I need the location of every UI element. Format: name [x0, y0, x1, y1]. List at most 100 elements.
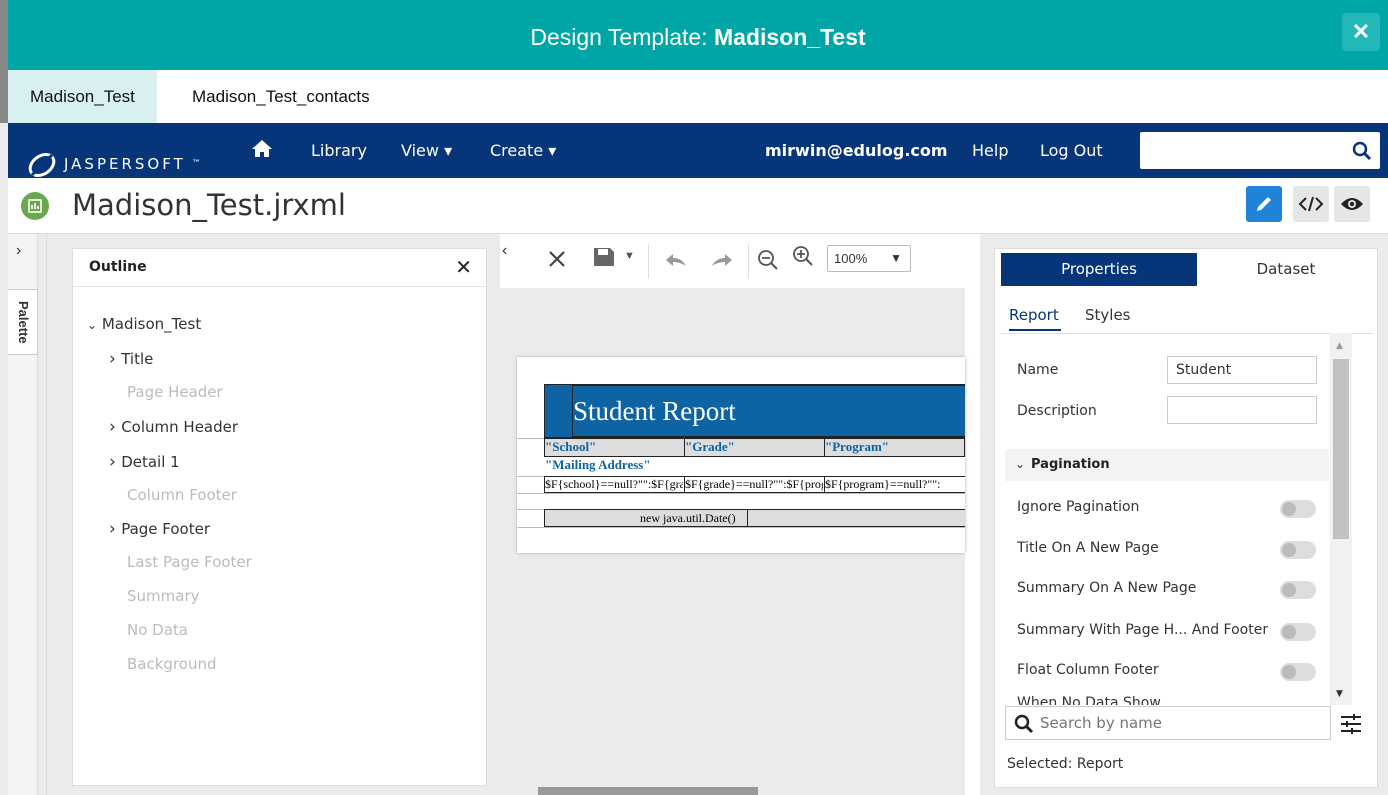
- toggle-switch[interactable]: [1280, 500, 1316, 518]
- tree-item[interactable]: › Title: [109, 349, 153, 369]
- scroll-up-icon[interactable]: ▲: [1336, 341, 1343, 351]
- palette-tab[interactable]: Palette: [8, 289, 38, 355]
- header-school[interactable]: "School": [545, 439, 683, 455]
- nav-user[interactable]: mirwin@edulog.com: [765, 123, 948, 178]
- nav-create[interactable]: Create ▾: [490, 123, 556, 178]
- home-icon[interactable]: [251, 138, 273, 160]
- page-footer-band[interactable]: [544, 509, 965, 527]
- file-name: Madison_Test.jrxml: [72, 188, 346, 222]
- tree-item-label: Summary: [127, 587, 200, 605]
- close-icon: ✕: [1351, 19, 1371, 44]
- scrollbar-thumb[interactable]: [1333, 359, 1349, 539]
- toggle-switch[interactable]: [1280, 581, 1316, 599]
- property-search-box[interactable]: [1005, 706, 1331, 740]
- outline-panel: Outline ✕ ⌄ Madison_Test › Title Page Hea…: [72, 248, 487, 786]
- band-line: [517, 493, 965, 494]
- tree-item[interactable]: › Detail 1: [109, 452, 180, 472]
- zoom-in-icon[interactable]: [792, 245, 814, 267]
- tab-dataset[interactable]: Dataset: [1199, 253, 1373, 286]
- tree-item[interactable]: Background: [127, 655, 217, 673]
- horizontal-scrollbar[interactable]: [538, 787, 758, 795]
- tab-madison-test[interactable]: Madison_Test: [8, 70, 157, 123]
- divider: [748, 244, 749, 278]
- divider: [1001, 333, 1373, 334]
- undo-icon[interactable]: [664, 252, 688, 268]
- selected-value: Report: [1076, 756, 1124, 772]
- description-field[interactable]: [1167, 396, 1317, 424]
- detail-school[interactable]: $F{school}==null?"":$F{grade}==null?"":$…: [545, 477, 683, 492]
- preview-mode-button[interactable]: [1334, 186, 1370, 222]
- edit-mode-button[interactable]: [1246, 186, 1282, 222]
- close-button[interactable]: ✕: [1342, 13, 1380, 51]
- tab-madison-test-contacts[interactable]: Madison_Test_contacts: [170, 70, 392, 123]
- collapse-left-icon[interactable]: ‹: [502, 242, 507, 260]
- detail-grade[interactable]: $F{grade}==null?"":$F{program}==null?"":: [685, 477, 823, 492]
- property-search-input[interactable]: [1040, 712, 1310, 734]
- caret-down-icon: ▾: [548, 141, 557, 160]
- header-program[interactable]: "Program": [825, 439, 963, 455]
- tree-item[interactable]: No Data: [127, 621, 188, 639]
- canvas-edge: [965, 234, 980, 795]
- search-icon[interactable]: [1352, 141, 1372, 161]
- detail-program[interactable]: $F{program}==null?"":: [825, 477, 965, 492]
- tree-root-label: Madison_Test: [101, 315, 202, 333]
- report-file-icon: [21, 192, 49, 220]
- toggle-switch[interactable]: [1280, 663, 1316, 681]
- caret-down-icon: ▾: [444, 141, 453, 160]
- tree-item[interactable]: Last Page Footer: [127, 553, 252, 571]
- redo-icon[interactable]: [710, 252, 734, 268]
- search-icon: [1014, 714, 1034, 734]
- tree-item[interactable]: › Page Footer: [109, 519, 210, 539]
- close-icon[interactable]: [547, 249, 567, 269]
- tree-item[interactable]: Summary: [127, 587, 200, 605]
- close-outline-icon[interactable]: ✕: [455, 255, 472, 279]
- tree-item[interactable]: Column Footer: [127, 486, 237, 504]
- description-label: Description: [1017, 403, 1097, 419]
- tab-properties[interactable]: Properties: [1001, 253, 1197, 286]
- tree-item[interactable]: Page Header: [127, 383, 223, 401]
- dialog-title-name: Madison_Test: [714, 24, 866, 50]
- expand-left-icon[interactable]: ›: [16, 242, 21, 260]
- zoom-select[interactable]: 100% ▼: [827, 245, 911, 272]
- header-grade[interactable]: "Grade": [685, 439, 823, 455]
- footer-date[interactable]: new java.util.Date(): [640, 511, 750, 526]
- nav-search-input[interactable]: [1146, 138, 1336, 163]
- when-no-data-label: When No Data Show...: [1017, 695, 1173, 705]
- nav-help[interactable]: Help: [972, 123, 1008, 178]
- nav-view[interactable]: View ▾: [401, 123, 452, 178]
- pagination-section-header[interactable]: ⌄ Pagination: [1005, 449, 1329, 481]
- tree-item-label: Column Footer: [127, 486, 237, 504]
- outline-title: Outline: [89, 259, 147, 275]
- save-dropdown-icon[interactable]: ▼: [624, 250, 635, 262]
- tree-item[interactable]: › Column Header: [109, 417, 238, 437]
- dialog-title-bar: Design Template: Madison_Test ✕: [0, 0, 1388, 70]
- subtab-styles[interactable]: Styles: [1085, 306, 1131, 324]
- scroll-down-icon[interactable]: ▼: [1336, 689, 1343, 699]
- band-line: [517, 527, 965, 528]
- jaspersoft-logo-icon: [28, 152, 56, 177]
- canvas-toolbar: ▼ 100% ▼: [500, 234, 965, 288]
- nav-library[interactable]: Library: [311, 123, 367, 178]
- toggle-switch[interactable]: [1280, 623, 1316, 641]
- nav-logout[interactable]: Log Out: [1040, 123, 1103, 178]
- chevron-right-icon: ›: [109, 452, 122, 472]
- pagination-section-title: Pagination: [1031, 457, 1110, 472]
- caret-down-icon: ▼: [890, 251, 902, 265]
- save-icon[interactable]: [593, 247, 615, 267]
- title-band[interactable]: Student Report: [544, 384, 965, 438]
- zoom-out-icon[interactable]: [757, 249, 779, 271]
- vertical-scrollbar[interactable]: ▲ ▼: [1330, 333, 1352, 705]
- filter-settings-icon[interactable]: [1339, 712, 1363, 736]
- toggle-switch[interactable]: [1280, 541, 1316, 559]
- properties-panel: Properties Dataset Report Styles Name De…: [994, 248, 1378, 788]
- nav-search-box[interactable]: [1140, 132, 1380, 169]
- name-field[interactable]: [1167, 356, 1317, 384]
- subtab-report[interactable]: Report: [1009, 306, 1059, 324]
- code-mode-button[interactable]: [1293, 186, 1329, 222]
- title-textfield[interactable]: Student Report: [572, 385, 965, 437]
- selected-label: Selected:: [1007, 756, 1073, 772]
- tree-root[interactable]: ⌄ Madison_Test: [87, 315, 201, 333]
- divider: [46, 234, 47, 795]
- header-mailing-address[interactable]: "Mailing Address": [545, 457, 945, 473]
- file-header: Madison_Test.jrxml: [8, 178, 1388, 234]
